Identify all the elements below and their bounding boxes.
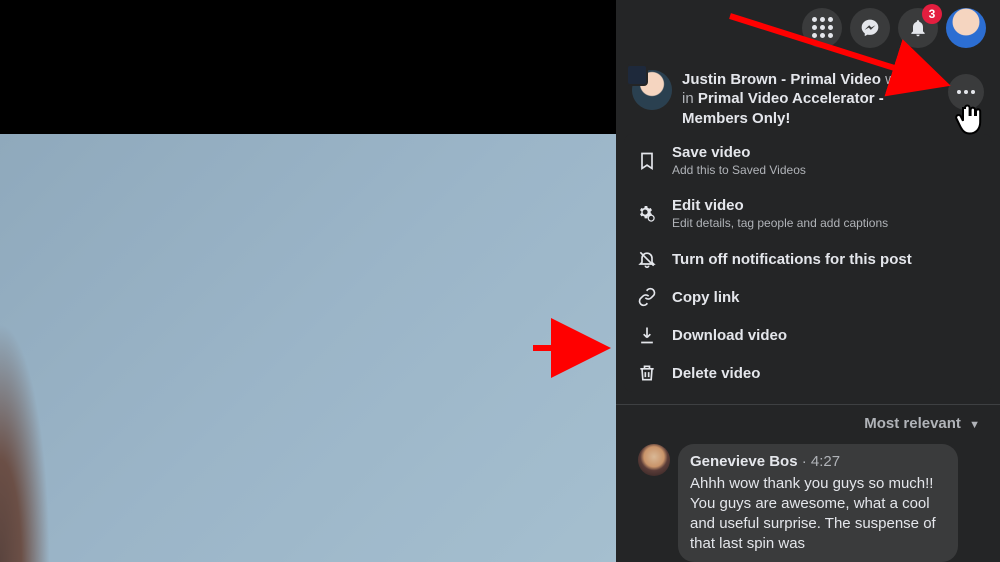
messenger-icon [860,18,880,38]
menu-grid-button[interactable] [802,8,842,48]
comment-sep: · [798,453,811,470]
link-icon [636,287,658,307]
video-frame [0,134,616,562]
topbar: 3 [616,0,1000,56]
menu-save-video[interactable]: Save video Add this to Saved Videos [624,134,992,187]
comment-sort-dropdown[interactable]: Most relevant ▼ [616,405,1000,438]
post-header: Justin Brown - Primal Video was live in … [616,56,1000,129]
bell-off-icon [636,249,658,269]
post-group[interactable]: Primal Video Accelerator - Members Only! [682,90,884,127]
comment-bubble[interactable]: Genevieve Bos · 4:27 Ahhh wow thank you … [678,444,958,562]
menu-delete-video[interactable]: Delete video [624,354,992,392]
sort-label: Most relevant [864,415,961,432]
trash-icon [636,363,658,383]
options-menu: Save video Add this to Saved Videos Edit… [624,134,992,392]
menu-item-label: Turn off notifications for this post [672,250,912,270]
sidebar-panel: 3 Justin Brown - Primal Video was live i… [616,0,1000,562]
post-info: Justin Brown - Primal Video was live in … [682,70,942,129]
more-options-button[interactable] [948,74,984,110]
chevron-down-icon: ▼ [969,419,980,431]
notification-badge: 3 [922,4,942,24]
menu-item-label: Copy link [672,288,740,308]
menu-item-desc: Edit details, tag people and add caption… [672,216,888,232]
comment-text: Ahhh wow thank you guys so much!! You gu… [690,474,946,554]
post-author[interactable]: Justin Brown - Primal Video [682,71,881,88]
gear-icon [636,204,658,224]
comment-avatar[interactable] [638,444,670,476]
ellipsis-icon [957,90,975,94]
menu-item-label: Download video [672,326,787,346]
menu-download-video[interactable]: Download video [624,316,992,354]
download-icon [636,325,658,345]
post-author-avatar[interactable] [632,70,672,110]
grid-icon [812,17,833,38]
comment: Genevieve Bos · 4:27 Ahhh wow thank you … [616,438,1000,562]
menu-turn-off-notifications[interactable]: Turn off notifications for this post [624,240,992,278]
notifications-button[interactable]: 3 [898,8,938,48]
menu-item-desc: Add this to Saved Videos [672,163,806,179]
comment-author[interactable]: Genevieve Bos [690,453,798,470]
video-player[interactable] [0,0,616,562]
menu-copy-link[interactable]: Copy link [624,278,992,316]
messenger-button[interactable] [850,8,890,48]
menu-item-label: Edit video [672,196,888,216]
menu-item-label: Save video [672,143,806,163]
comment-time[interactable]: 4:27 [811,453,840,470]
menu-edit-video[interactable]: Edit video Edit details, tag people and … [624,187,992,240]
profile-avatar[interactable] [946,8,986,48]
menu-item-label: Delete video [672,364,760,384]
bookmark-icon [636,151,658,171]
